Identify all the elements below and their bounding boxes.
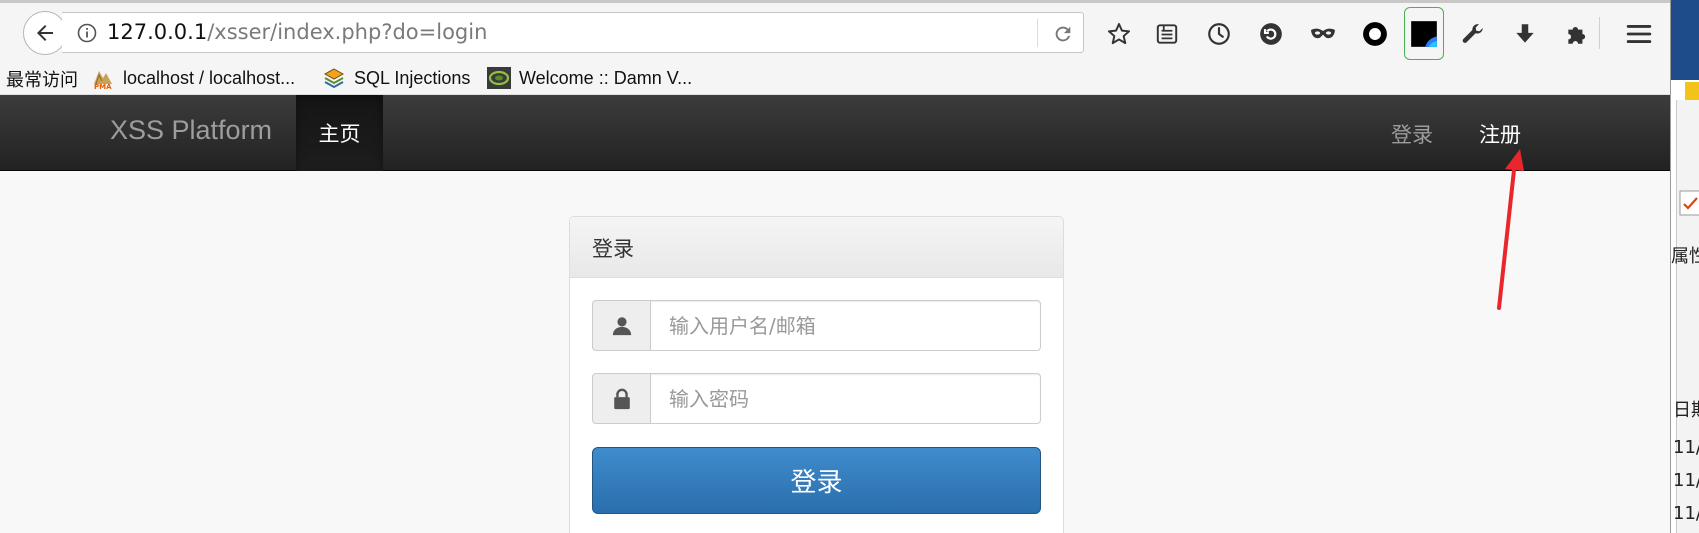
circle-icon[interactable] xyxy=(1360,19,1390,49)
download-icon[interactable] xyxy=(1510,19,1540,49)
wrench-icon[interactable] xyxy=(1458,19,1488,49)
password-input[interactable] xyxy=(650,373,1041,424)
url-bar[interactable]: 127.0.0.1/xsser/index.php?do=login xyxy=(62,12,1084,53)
reading-list-icon[interactable] xyxy=(1152,19,1182,49)
side-text-row: 11/ xyxy=(1673,437,1699,458)
checkbox-icon xyxy=(1679,190,1699,216)
background-window-titlebar xyxy=(1671,0,1699,80)
nav-home[interactable]: 主页 xyxy=(296,95,383,171)
bookmark-dvwa[interactable]: Welcome :: Damn V... xyxy=(487,66,692,90)
username-group xyxy=(592,300,1041,351)
lock-icon xyxy=(592,373,651,424)
url-divider xyxy=(1037,19,1038,47)
nav-login[interactable]: 登录 xyxy=(1391,119,1433,149)
layers-icon xyxy=(322,66,346,90)
side-text-row: 11/ xyxy=(1673,503,1699,524)
back-button[interactable] xyxy=(23,11,67,55)
site-brand[interactable]: XSS Platform xyxy=(110,115,272,146)
reload-icon[interactable] xyxy=(1050,21,1076,47)
bookmarks-bar: 最常访问 PMA localhost / localhost... SQL In… xyxy=(0,61,1670,95)
menu-icon[interactable] xyxy=(1624,19,1654,49)
side-text-properties: 属性 xyxy=(1671,246,1699,267)
bookmark-label: localhost / localhost... xyxy=(123,67,296,88)
url-path: /xsser/index.php?do=login xyxy=(207,20,488,44)
site-info-icon[interactable] xyxy=(76,22,98,44)
panel-title: 登录 xyxy=(592,237,634,261)
mask-icon[interactable] xyxy=(1308,19,1338,49)
browser-toolbar: 127.0.0.1/xsser/index.php?do=login xyxy=(0,0,1670,61)
side-text-date: 日期 xyxy=(1673,400,1699,421)
dvwa-icon xyxy=(487,66,511,90)
nav-register[interactable]: 注册 xyxy=(1479,119,1521,149)
login-submit-button[interactable]: 登录 xyxy=(592,447,1041,514)
url-text: 127.0.0.1/xsser/index.php?do=login xyxy=(107,20,487,44)
browser-window: 127.0.0.1/xsser/index.php?do=login 最常访问 … xyxy=(0,0,1670,533)
history-icon[interactable] xyxy=(1204,19,1234,49)
panel-heading: 登录 xyxy=(570,217,1063,278)
bookmark-label: SQL Injections xyxy=(354,67,471,88)
phpmyadmin-icon: PMA xyxy=(91,66,115,90)
side-text-row: 11/ xyxy=(1673,470,1699,491)
login-panel: 登录 登录 xyxy=(569,216,1064,533)
background-window-pane: 属性 日期 11/ 11/ 11/ xyxy=(1671,100,1699,533)
user-icon xyxy=(592,300,651,351)
screen-icon[interactable] xyxy=(1409,19,1439,49)
back-arrow-icon xyxy=(37,25,53,41)
username-input[interactable] xyxy=(650,300,1041,351)
password-group xyxy=(592,373,1041,424)
background-window: 属性 日期 11/ 11/ 11/ xyxy=(1670,0,1699,533)
bookmark-label: 最常访问 xyxy=(6,70,78,90)
sync-icon[interactable] xyxy=(1256,19,1286,49)
site-navbar: XSS Platform 主页 登录 注册 xyxy=(0,95,1670,171)
url-host: 127.0.0.1 xyxy=(107,20,208,44)
bookmark-localhost[interactable]: PMA localhost / localhost... xyxy=(91,66,295,90)
bookmark-most-visited[interactable]: 最常访问 xyxy=(6,66,78,92)
svg-text:PMA: PMA xyxy=(94,83,112,90)
toolbar-divider xyxy=(1599,17,1600,49)
puzzle-icon[interactable] xyxy=(1562,19,1592,49)
background-window-accent xyxy=(1685,82,1699,100)
star-icon[interactable] xyxy=(1104,19,1134,49)
bookmark-sql-injections[interactable]: SQL Injections xyxy=(322,66,470,90)
bookmark-label: Welcome :: Damn V... xyxy=(519,67,693,88)
